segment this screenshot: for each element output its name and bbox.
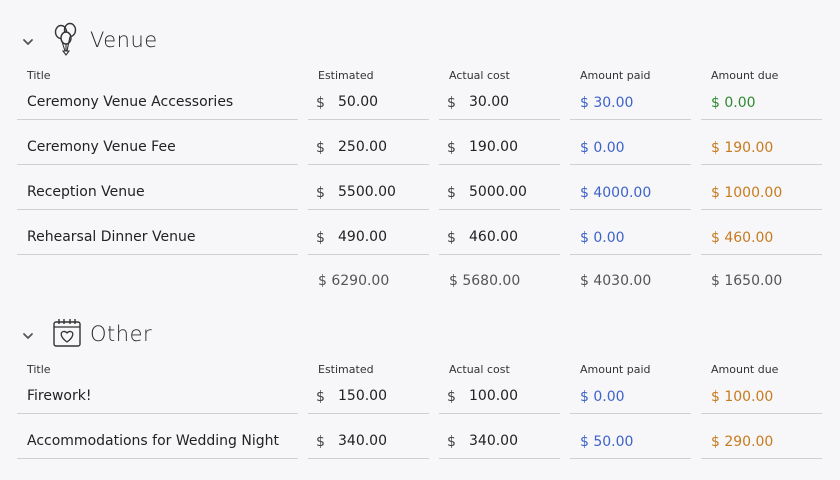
title-value: Firework! xyxy=(27,388,92,404)
calendar-heart-icon xyxy=(53,319,81,347)
estimated-value: 340.00 xyxy=(338,433,387,449)
due-value: $ 100.00 xyxy=(711,389,774,405)
estimated-field[interactable]: $150.00 xyxy=(308,380,429,414)
actual-value: 340.00 xyxy=(469,433,518,449)
estimated-field[interactable]: $340.00 xyxy=(308,425,429,459)
column-header-due: Amount due xyxy=(711,363,779,376)
title-field[interactable]: Firework! xyxy=(17,380,298,414)
due-value: $ 290.00 xyxy=(711,434,774,450)
actual-field[interactable]: $340.00 xyxy=(439,425,560,459)
title-value: Accommodations for Wedding Night xyxy=(27,433,279,449)
paid-value: $ 50.00 xyxy=(580,434,634,450)
chevron-down-icon[interactable] xyxy=(20,328,36,344)
column-header-title: Title xyxy=(27,363,51,376)
column-header-actual: Actual cost xyxy=(449,363,510,376)
currency-symbol: $ xyxy=(447,434,456,450)
paid-value: $ 0.00 xyxy=(580,389,625,405)
estimated-value: 150.00 xyxy=(338,388,387,404)
section-other: Other Title Estimated Actual cost Amount… xyxy=(0,0,840,480)
column-header-estimated: Estimated xyxy=(318,363,374,376)
due-field: $ 100.00 xyxy=(701,380,822,414)
section-title: Other xyxy=(90,322,153,346)
paid-field[interactable]: $ 50.00 xyxy=(570,425,691,459)
currency-symbol: $ xyxy=(447,389,456,405)
column-header-paid: Amount paid xyxy=(580,363,651,376)
title-field[interactable]: Accommodations for Wedding Night xyxy=(17,425,298,459)
paid-field[interactable]: $ 0.00 xyxy=(570,380,691,414)
actual-field[interactable]: $100.00 xyxy=(439,380,560,414)
section-header-other[interactable]: Other xyxy=(0,314,840,354)
currency-symbol: $ xyxy=(316,389,325,405)
due-field: $ 290.00 xyxy=(701,425,822,459)
currency-symbol: $ xyxy=(316,434,325,450)
actual-value: 100.00 xyxy=(469,388,518,404)
